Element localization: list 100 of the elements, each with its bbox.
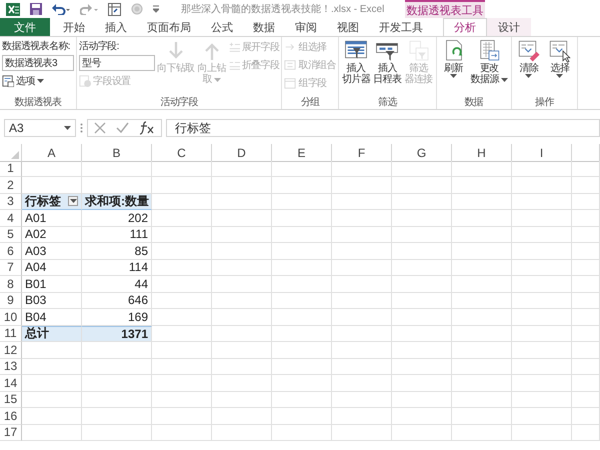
ribbon-button[interactable]: 插入 日程表 bbox=[372, 39, 402, 85]
filter-button[interactable] bbox=[68, 196, 78, 206]
table-cell bbox=[452, 276, 512, 292]
row-header[interactable]: 1 bbox=[0, 160, 22, 177]
group-label: 数据 bbox=[463, 96, 484, 109]
ribbon-tab[interactable]: 数据 bbox=[243, 18, 285, 36]
table-cell: A04 bbox=[22, 260, 82, 276]
table-cell bbox=[392, 210, 452, 226]
ribbon-tab[interactable]: 视图 bbox=[327, 18, 369, 36]
ribbon-tab[interactable]: 文件 bbox=[0, 18, 50, 36]
customize-icon[interactable] bbox=[153, 5, 159, 13]
table-cell bbox=[332, 210, 392, 226]
table-cell bbox=[212, 392, 272, 408]
row-header[interactable]: 8 bbox=[0, 276, 22, 292]
table-cell bbox=[512, 260, 572, 276]
ribbon-button[interactable]: 清除 bbox=[514, 39, 544, 78]
ribbon-tab[interactable]: 页面布局 bbox=[137, 18, 201, 36]
field-label: 数据透视表名称: bbox=[2, 40, 71, 53]
table-cell bbox=[452, 342, 512, 358]
row-header[interactable]: 16 bbox=[0, 408, 22, 424]
column-header[interactable]: G bbox=[392, 144, 452, 162]
input-field[interactable]: 型号 bbox=[79, 55, 155, 71]
table-cell bbox=[572, 424, 600, 441]
formula-input[interactable]: 行标签 bbox=[166, 119, 600, 137]
table-cell bbox=[82, 392, 152, 408]
table-cell bbox=[212, 194, 272, 210]
table-cell bbox=[392, 424, 452, 441]
ungroup-icon bbox=[284, 59, 296, 71]
table-cell bbox=[512, 375, 572, 392]
table-cell bbox=[452, 160, 512, 177]
column-header[interactable]: D bbox=[212, 144, 272, 162]
table-cell bbox=[272, 342, 332, 358]
row-header[interactable]: 14 bbox=[0, 375, 22, 392]
table-cell bbox=[272, 260, 332, 276]
pivot-table-icon[interactable] bbox=[108, 2, 121, 16]
table-cell: A01 bbox=[22, 210, 82, 226]
row-header[interactable]: 17 bbox=[0, 424, 22, 441]
cancel-icon[interactable] bbox=[94, 122, 106, 134]
row-header[interactable]: 15 bbox=[0, 392, 22, 408]
column-header[interactable]: I bbox=[512, 144, 572, 162]
row-header[interactable]: 12 bbox=[0, 342, 22, 358]
undo-icon[interactable] bbox=[52, 3, 70, 15]
input-field[interactable]: 数据透视表3 bbox=[2, 55, 74, 71]
function-icon[interactable] bbox=[139, 121, 155, 135]
ribbon-button[interactable]: 刷新 bbox=[438, 39, 469, 78]
column-header[interactable]: B bbox=[82, 144, 152, 162]
field-settings-icon bbox=[79, 75, 91, 87]
table-cell bbox=[512, 210, 572, 226]
column-header[interactable]: E bbox=[272, 144, 332, 162]
table-cell bbox=[512, 243, 572, 260]
name-box[interactable]: A3 bbox=[4, 119, 76, 137]
ribbon-tab[interactable]: 开发工具 bbox=[369, 18, 433, 36]
ribbon-tab[interactable]: 插入 bbox=[95, 18, 137, 36]
table-cell bbox=[152, 160, 212, 177]
table-cell bbox=[272, 358, 332, 375]
row-header[interactable]: 7 bbox=[0, 260, 22, 276]
column-header[interactable]: H bbox=[452, 144, 512, 162]
ribbon-tab[interactable]: 公式 bbox=[201, 18, 243, 36]
group-label: 数据透视表 bbox=[13, 96, 62, 109]
ribbon-tab[interactable]: 分析 bbox=[443, 18, 487, 36]
column-header[interactable]: C bbox=[152, 144, 212, 162]
row-header[interactable]: 10 bbox=[0, 309, 22, 326]
table-cell bbox=[512, 408, 572, 424]
row-header[interactable]: 9 bbox=[0, 292, 22, 309]
table-cell bbox=[572, 342, 600, 358]
ribbon-tab[interactable]: 开始 bbox=[53, 18, 95, 36]
check-icon[interactable] bbox=[116, 122, 129, 134]
save-icon[interactable] bbox=[30, 3, 42, 15]
table-cell bbox=[512, 276, 572, 292]
table-cell bbox=[332, 276, 392, 292]
table-cell bbox=[272, 408, 332, 424]
table-cell bbox=[392, 408, 452, 424]
group-label: 操作 bbox=[534, 96, 556, 109]
table-cell bbox=[392, 309, 452, 326]
ribbon-tab[interactable]: 审阅 bbox=[285, 18, 327, 36]
ribbon-button[interactable]: 选项 bbox=[2, 73, 74, 89]
table-cell: 1371 bbox=[82, 326, 152, 342]
column-header[interactable]: F bbox=[332, 144, 392, 162]
column-header[interactable]: A bbox=[22, 144, 82, 162]
table-cell bbox=[272, 177, 332, 194]
row-header[interactable]: 6 bbox=[0, 243, 22, 260]
row-header[interactable]: 13 bbox=[0, 358, 22, 375]
ribbon-button[interactable]: 插入 切片器 bbox=[341, 39, 372, 85]
table-cell bbox=[392, 226, 452, 243]
table-cell bbox=[572, 226, 600, 243]
table-cell: B03 bbox=[22, 292, 82, 309]
table-cell bbox=[452, 260, 512, 276]
ribbon-button[interactable]: 选择 bbox=[544, 39, 575, 78]
row-header[interactable]: 4 bbox=[0, 210, 22, 226]
table-cell bbox=[332, 342, 392, 358]
window-title: 那些深入骨髓的数据透视表技能！.xlsx - Excel bbox=[181, 2, 384, 16]
row-header[interactable]: 5 bbox=[0, 226, 22, 243]
ribbon-button[interactable]: 更改 数据源 bbox=[470, 39, 509, 85]
table-cell bbox=[272, 243, 332, 260]
redo-icon[interactable] bbox=[80, 3, 98, 15]
row-header[interactable]: 2 bbox=[0, 177, 22, 194]
eraser-icon bbox=[516, 39, 541, 63]
table-cell: 646 bbox=[82, 292, 152, 309]
table-cell: A03 bbox=[22, 243, 82, 260]
ribbon-tab[interactable]: 设计 bbox=[487, 18, 531, 36]
